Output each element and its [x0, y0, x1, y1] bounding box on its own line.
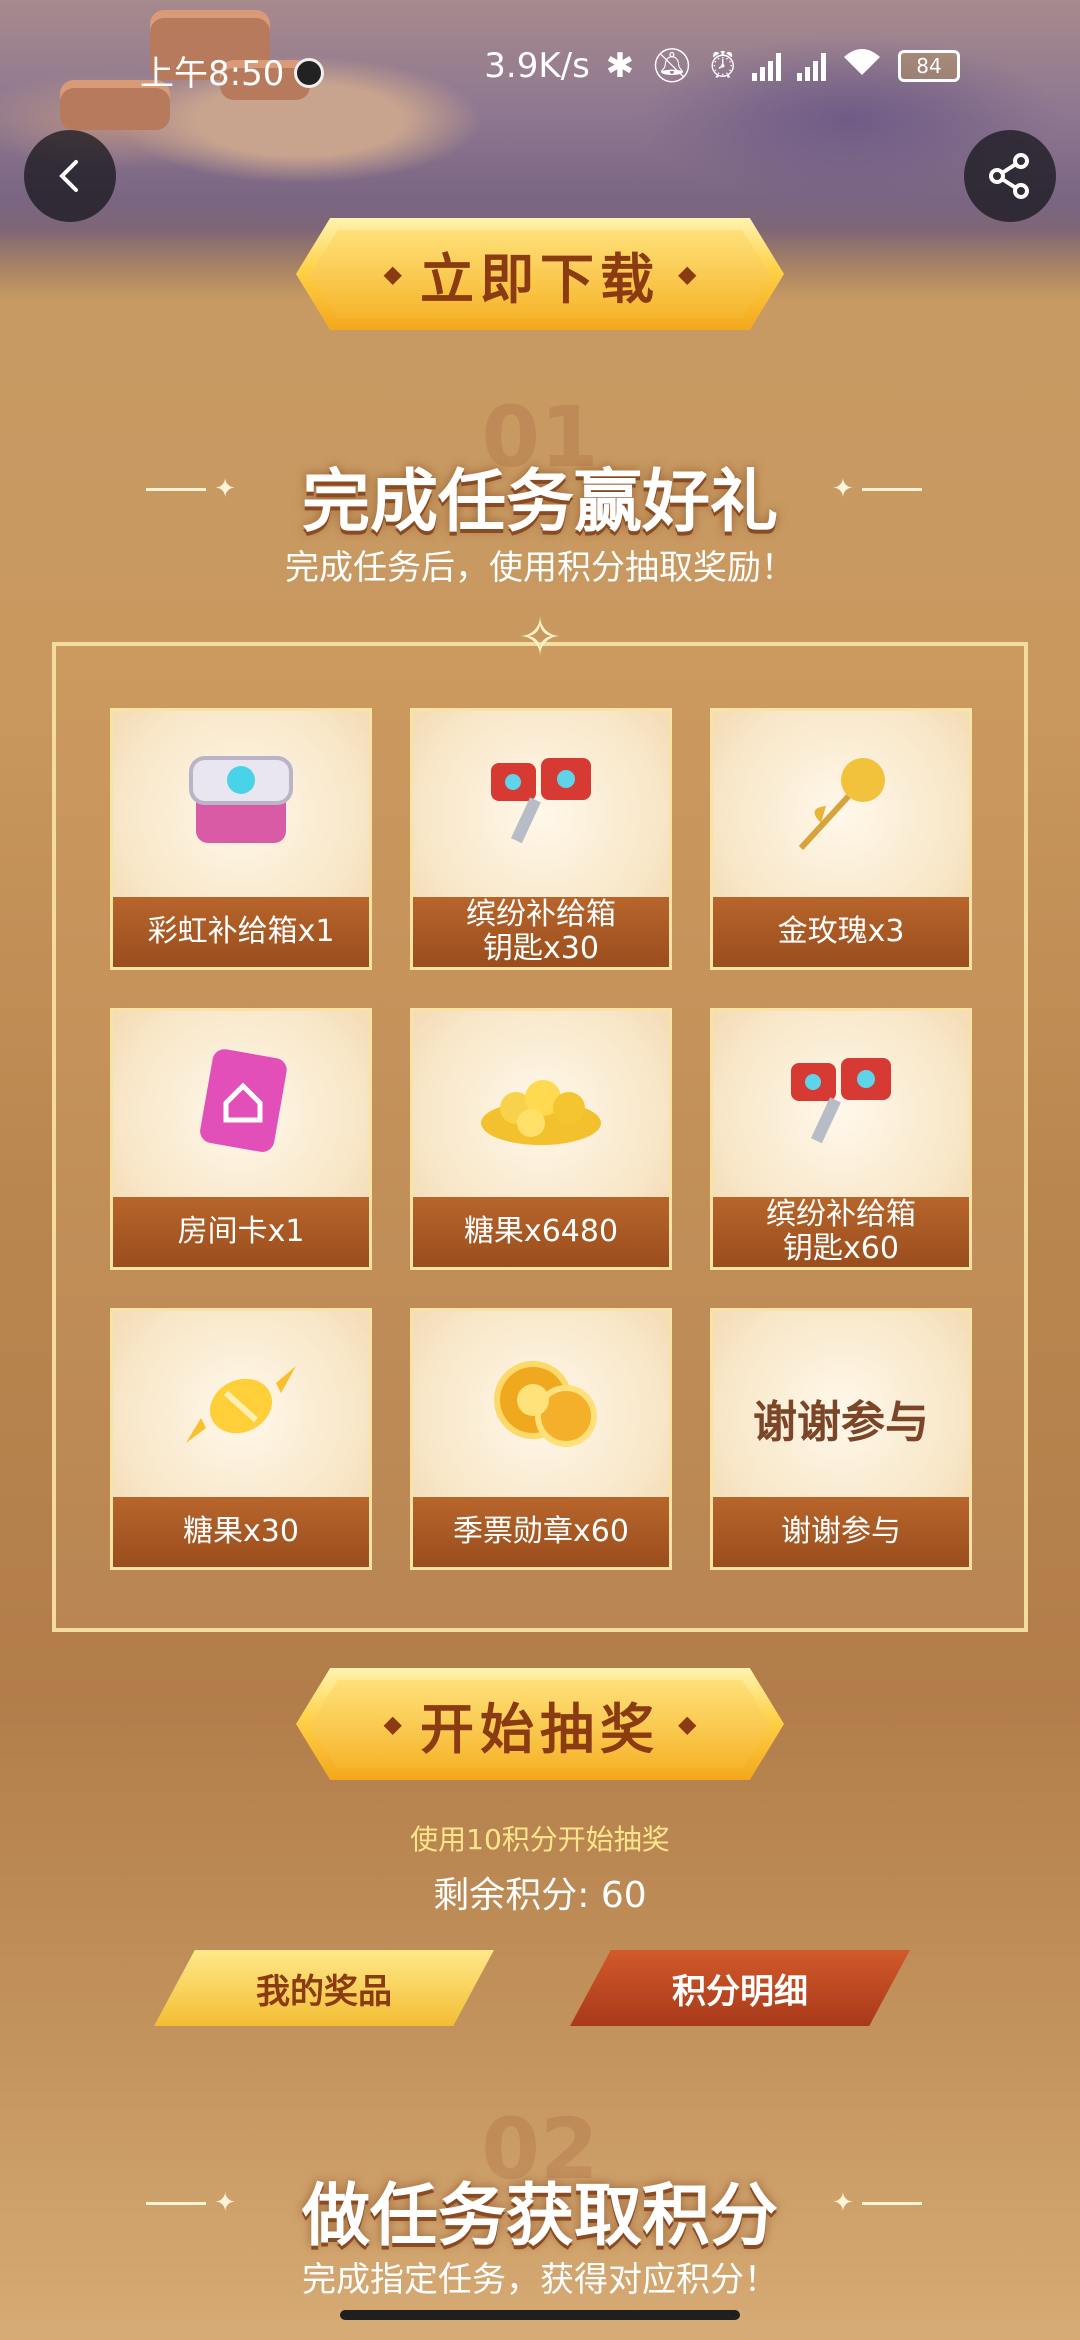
prize-label: 谢谢参与 — [713, 1497, 969, 1567]
medal-icon — [494, 1361, 597, 1447]
bluetooth-icon: ✱ — [605, 46, 635, 86]
prize-label: 糖果x6480 — [413, 1197, 669, 1267]
mute-icon: 🔕︎ — [650, 46, 694, 86]
prize-cell[interactable]: 季票勋章x60 — [410, 1308, 672, 1570]
room-card-icon — [200, 1049, 287, 1152]
panel-crest-icon: ✧ — [518, 608, 562, 668]
signal-icon — [752, 51, 781, 81]
prize-cell[interactable]: 缤纷补给箱 钥匙x60 — [710, 1008, 972, 1270]
supply-box-icon — [189, 756, 293, 843]
chevron-left-icon — [59, 160, 78, 192]
prize-cell[interactable]: 房间卡x1 — [110, 1008, 372, 1270]
home-indicator[interactable] — [340, 2310, 740, 2320]
candy-icon — [186, 1366, 296, 1443]
wifi-icon — [842, 46, 882, 86]
ornament-right-icon: ✦ — [832, 2188, 923, 2218]
prize-cell[interactable]: 糖果x6480 — [410, 1008, 672, 1270]
ornament-left-icon: ✦ — [146, 474, 236, 504]
section-subtitle: 完成任务后，使用积分抽取奖励！ — [285, 548, 795, 588]
signal-icon-2 — [797, 51, 826, 81]
network-speed: 3.9K/s — [484, 46, 590, 86]
status-time: 上午8:50 — [140, 46, 325, 95]
key-icon — [791, 1058, 891, 1144]
prize-grid: 彩虹补给箱x1 缤纷补给箱 钥匙x30 金玫瑰x3 房间卡x1 糖果x6480 … — [110, 708, 972, 1570]
section-subtitle: 完成指定任务，获得对应积分！ — [302, 2260, 778, 2300]
prize-cell[interactable]: 糖果x30 — [110, 1308, 372, 1570]
share-button[interactable] — [964, 130, 1056, 222]
battery-icon: 84 — [898, 50, 960, 82]
notification-dot-icon — [294, 58, 325, 88]
points-detail-button[interactable]: 积分明细 — [570, 1950, 910, 2026]
prize-label: 季票勋章x60 — [413, 1497, 669, 1567]
prize-cell[interactable]: 金玫瑰x3 — [710, 708, 972, 970]
prize-label: 缤纷补给箱 钥匙x30 — [413, 897, 669, 967]
prize-label: 缤纷补给箱 钥匙x60 — [713, 1197, 969, 1267]
diamond-icon: ◆ — [678, 1710, 697, 1738]
prize-cell[interactable]: 谢谢参与 谢谢参与 — [710, 1308, 972, 1570]
gold-rose-icon — [798, 758, 885, 851]
prize-cell[interactable]: 彩虹补给箱x1 — [110, 708, 372, 970]
thanks-text: 谢谢参与 — [753, 1397, 929, 1448]
key-icon — [491, 758, 591, 844]
prize-label: 糖果x30 — [113, 1497, 369, 1567]
prize-cell[interactable]: 缤纷补给箱 钥匙x30 — [410, 708, 672, 970]
ornament-left-icon: ✦ — [146, 2188, 236, 2218]
diamond-icon: ◆ — [383, 1710, 402, 1738]
alarm-icon: ⏰︎ — [709, 46, 736, 86]
remaining-points: 剩余积分: 60 — [433, 1875, 647, 1916]
back-button[interactable] — [24, 130, 116, 222]
candy-pile-icon — [481, 1080, 601, 1145]
download-button[interactable]: ◆ 立即下载 ◆ — [296, 218, 784, 330]
my-prizes-button[interactable]: 我的奖品 — [154, 1950, 494, 2026]
start-draw-button[interactable]: ◆ 开始抽奖 ◆ — [296, 1668, 784, 1780]
prize-label: 彩虹补给箱x1 — [113, 897, 369, 967]
diamond-icon: ◆ — [383, 260, 402, 288]
prize-label: 房间卡x1 — [113, 1197, 369, 1267]
ornament-right-icon: ✦ — [832, 474, 923, 504]
share-icon — [989, 153, 1029, 199]
draw-hint: 使用10积分开始抽奖 — [410, 1823, 670, 1856]
diamond-icon: ◆ — [678, 260, 697, 288]
status-bar: 上午8:50 3.9K/s ✱ 🔕︎ ⏰︎ 84 — [0, 40, 1080, 94]
prize-label: 金玫瑰x3 — [713, 897, 969, 967]
